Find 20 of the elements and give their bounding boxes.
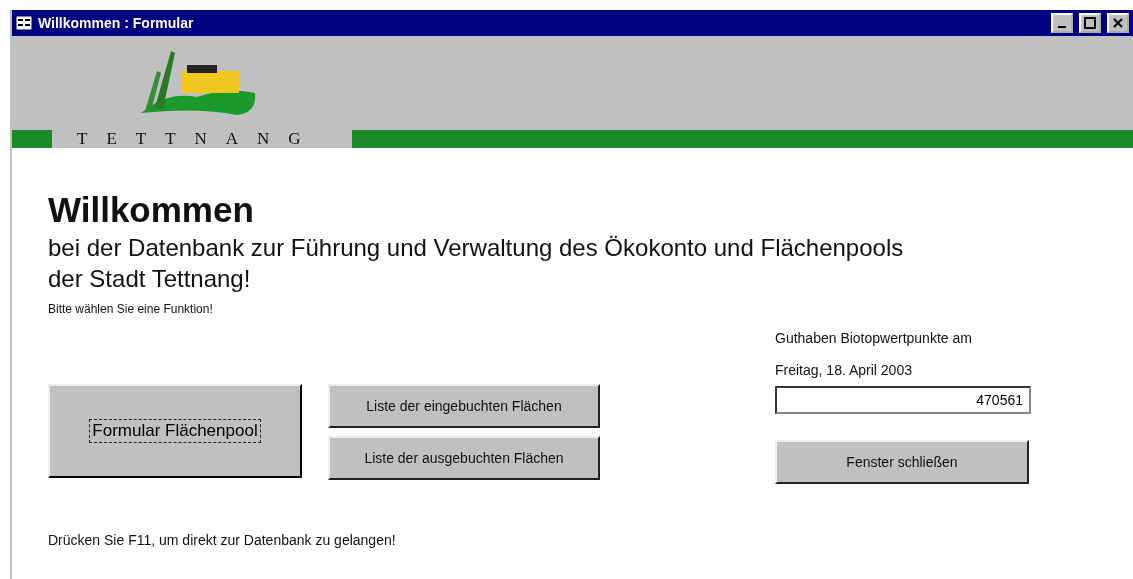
subtitle-text: bei der Datenbank zur Führung und Verwaltung des Ökokonto und Flächenpools der Stadt Tettnang! [48, 233, 905, 294]
list-button[interactable]: Liste der ausgebuchten Flächen [328, 436, 600, 480]
form-icon [16, 16, 32, 30]
close-window-button[interactable]: Fenster schließen [775, 440, 1029, 484]
welcome-heading: Willkommen [48, 189, 255, 231]
window-title: Willkommen : Formular [38, 15, 195, 31]
list-button[interactable]: Liste der eingebuchten Flächen [328, 384, 600, 428]
maximize-icon [1084, 17, 1096, 29]
minimize-icon [1058, 26, 1066, 28]
close-button[interactable] [1107, 13, 1129, 33]
close-icon [1113, 18, 1123, 28]
footer-text: Drücken Sie F11, um direkt zur Datenbank zu gelangen! [48, 532, 397, 548]
maximize-button[interactable] [1079, 13, 1101, 33]
balance-field[interactable]: 470561 [775, 386, 1031, 414]
balance-label: Guthaben Biotopwertpunkte am [775, 329, 973, 348]
prompt-text: Bitte wählen Sie eine Funktion! [48, 302, 214, 316]
minimize-button[interactable] [1051, 13, 1073, 33]
form-button[interactable]: Formular Flächenpool [48, 384, 302, 478]
header-stripe [12, 130, 52, 148]
balance-date: Freitag, 18. April 2003 [775, 361, 913, 380]
